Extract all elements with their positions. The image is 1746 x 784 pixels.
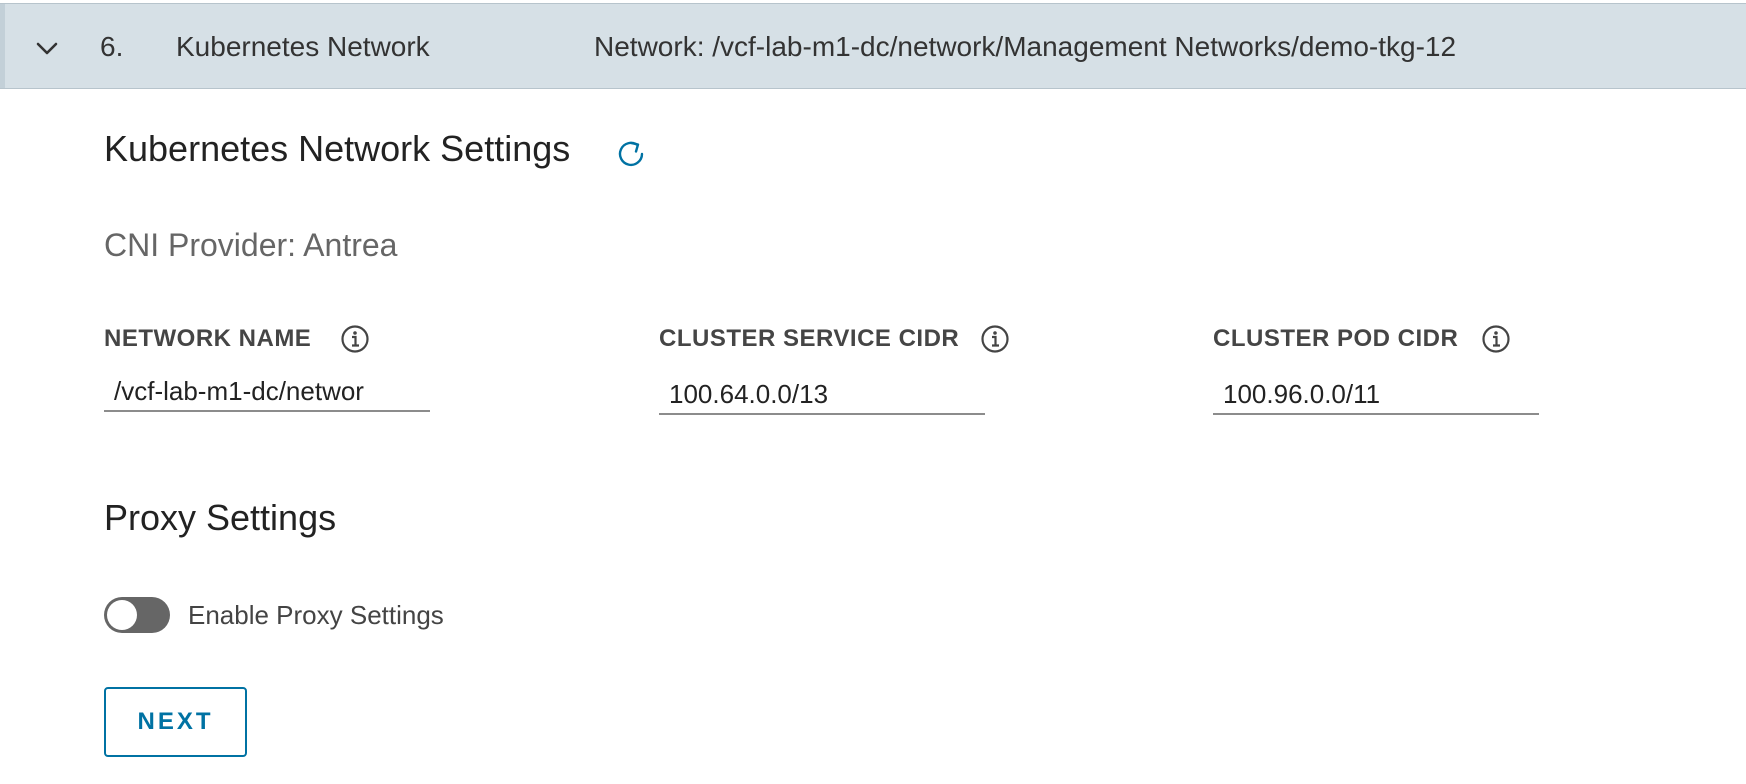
step-title: Kubernetes Network: [176, 31, 430, 62]
enable-proxy-toggle[interactable]: [104, 597, 170, 633]
chevron-down-icon[interactable]: [34, 36, 60, 62]
refresh-icon[interactable]: [615, 137, 649, 171]
info-icon[interactable]: [1481, 324, 1511, 354]
network-name-label: NETWORK NAME: [104, 325, 312, 352]
info-icon[interactable]: [340, 324, 370, 354]
cluster-pod-cidr-label: CLUSTER POD CIDR: [1213, 325, 1459, 352]
step-header[interactable]: 6. Kubernetes Network Network: /vcf-lab-…: [0, 3, 1746, 89]
next-button[interactable]: NEXT: [104, 687, 247, 757]
toggle-knob: [107, 600, 137, 630]
proxy-settings-title: Proxy Settings: [104, 497, 337, 538]
step-number: 6.: [100, 31, 124, 62]
cluster-service-cidr-label: CLUSTER SERVICE CIDR: [659, 325, 960, 352]
enable-proxy-label[interactable]: Enable Proxy Settings: [188, 600, 444, 631]
info-icon[interactable]: [980, 324, 1010, 354]
cni-provider: CNI Provider: Antrea: [104, 227, 398, 263]
section-title: Kubernetes Network Settings: [104, 128, 571, 169]
step-header-accent: [0, 4, 5, 88]
cluster-service-cidr-input[interactable]: [659, 375, 985, 415]
step-summary: Network: /vcf-lab-m1-dc/network/Manageme…: [594, 31, 1457, 62]
network-name-input[interactable]: [104, 372, 430, 412]
cluster-pod-cidr-input[interactable]: [1213, 375, 1539, 415]
